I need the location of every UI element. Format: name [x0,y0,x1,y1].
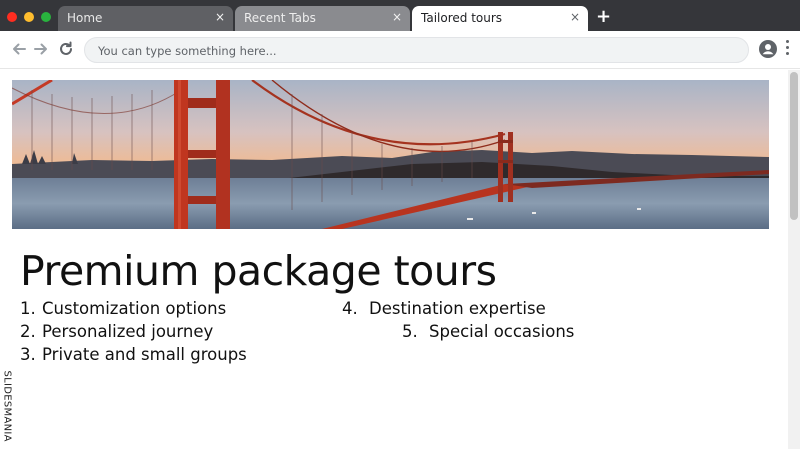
list-number: 4. [342,299,358,318]
scrollbar-thumb[interactable] [790,72,798,220]
list-item: 5. Special occasions [402,322,574,341]
browser-toolbar [0,31,800,69]
list-item: 1. Customization options [20,299,226,318]
list-item: 3. Private and small groups [20,345,247,364]
address-bar[interactable] [84,37,749,63]
maximize-window-button[interactable] [41,12,51,22]
watermark: SLIDESMANIA [0,370,14,449]
close-icon[interactable]: × [570,10,580,24]
list-item: 4. Destination expertise [342,299,546,318]
list-item: 2. Personalized journey [20,322,213,341]
minimize-window-button[interactable] [24,12,34,22]
forward-arrow-icon[interactable] [31,39,51,59]
watermark-text: SLIDESMANIA [1,370,13,442]
tab-tailored-tours[interactable]: Tailored tours × [412,6,588,31]
slide-title: Premium package tours [20,247,497,295]
profile-icon[interactable] [759,40,777,58]
back-arrow-icon[interactable] [9,39,29,59]
close-icon[interactable]: × [215,10,225,24]
new-tab-button[interactable]: + [596,7,611,27]
address-input[interactable] [98,42,718,60]
more-menu-icon[interactable] [784,40,790,58]
list-text: Customization options [42,299,227,318]
reload-icon[interactable] [56,39,76,59]
list-number: 5. [402,322,418,341]
list-number: 2. [20,322,36,341]
list-number: 3. [20,345,36,364]
close-icon[interactable]: × [392,10,402,24]
browser-title-bar: Home × Recent Tabs × Tailored tours × + [0,0,800,31]
list-number: 1. [20,299,36,318]
golden-gate-bridge-image [12,80,769,229]
page-viewport: Premium package tours 1. Customization op… [0,70,788,449]
vertical-scrollbar[interactable] [788,70,800,449]
list-text: Private and small groups [42,345,247,364]
tab-label: Home [67,11,103,25]
tab-label: Tailored tours [421,11,503,25]
tab-recent-tabs[interactable]: Recent Tabs × [235,6,410,31]
close-window-button[interactable] [7,12,17,22]
list-text: Personalized journey [42,322,214,341]
list-text: Destination expertise [369,299,546,318]
tab-home[interactable]: Home × [58,6,233,31]
list-text: Special occasions [429,322,575,341]
tab-label: Recent Tabs [244,11,316,25]
